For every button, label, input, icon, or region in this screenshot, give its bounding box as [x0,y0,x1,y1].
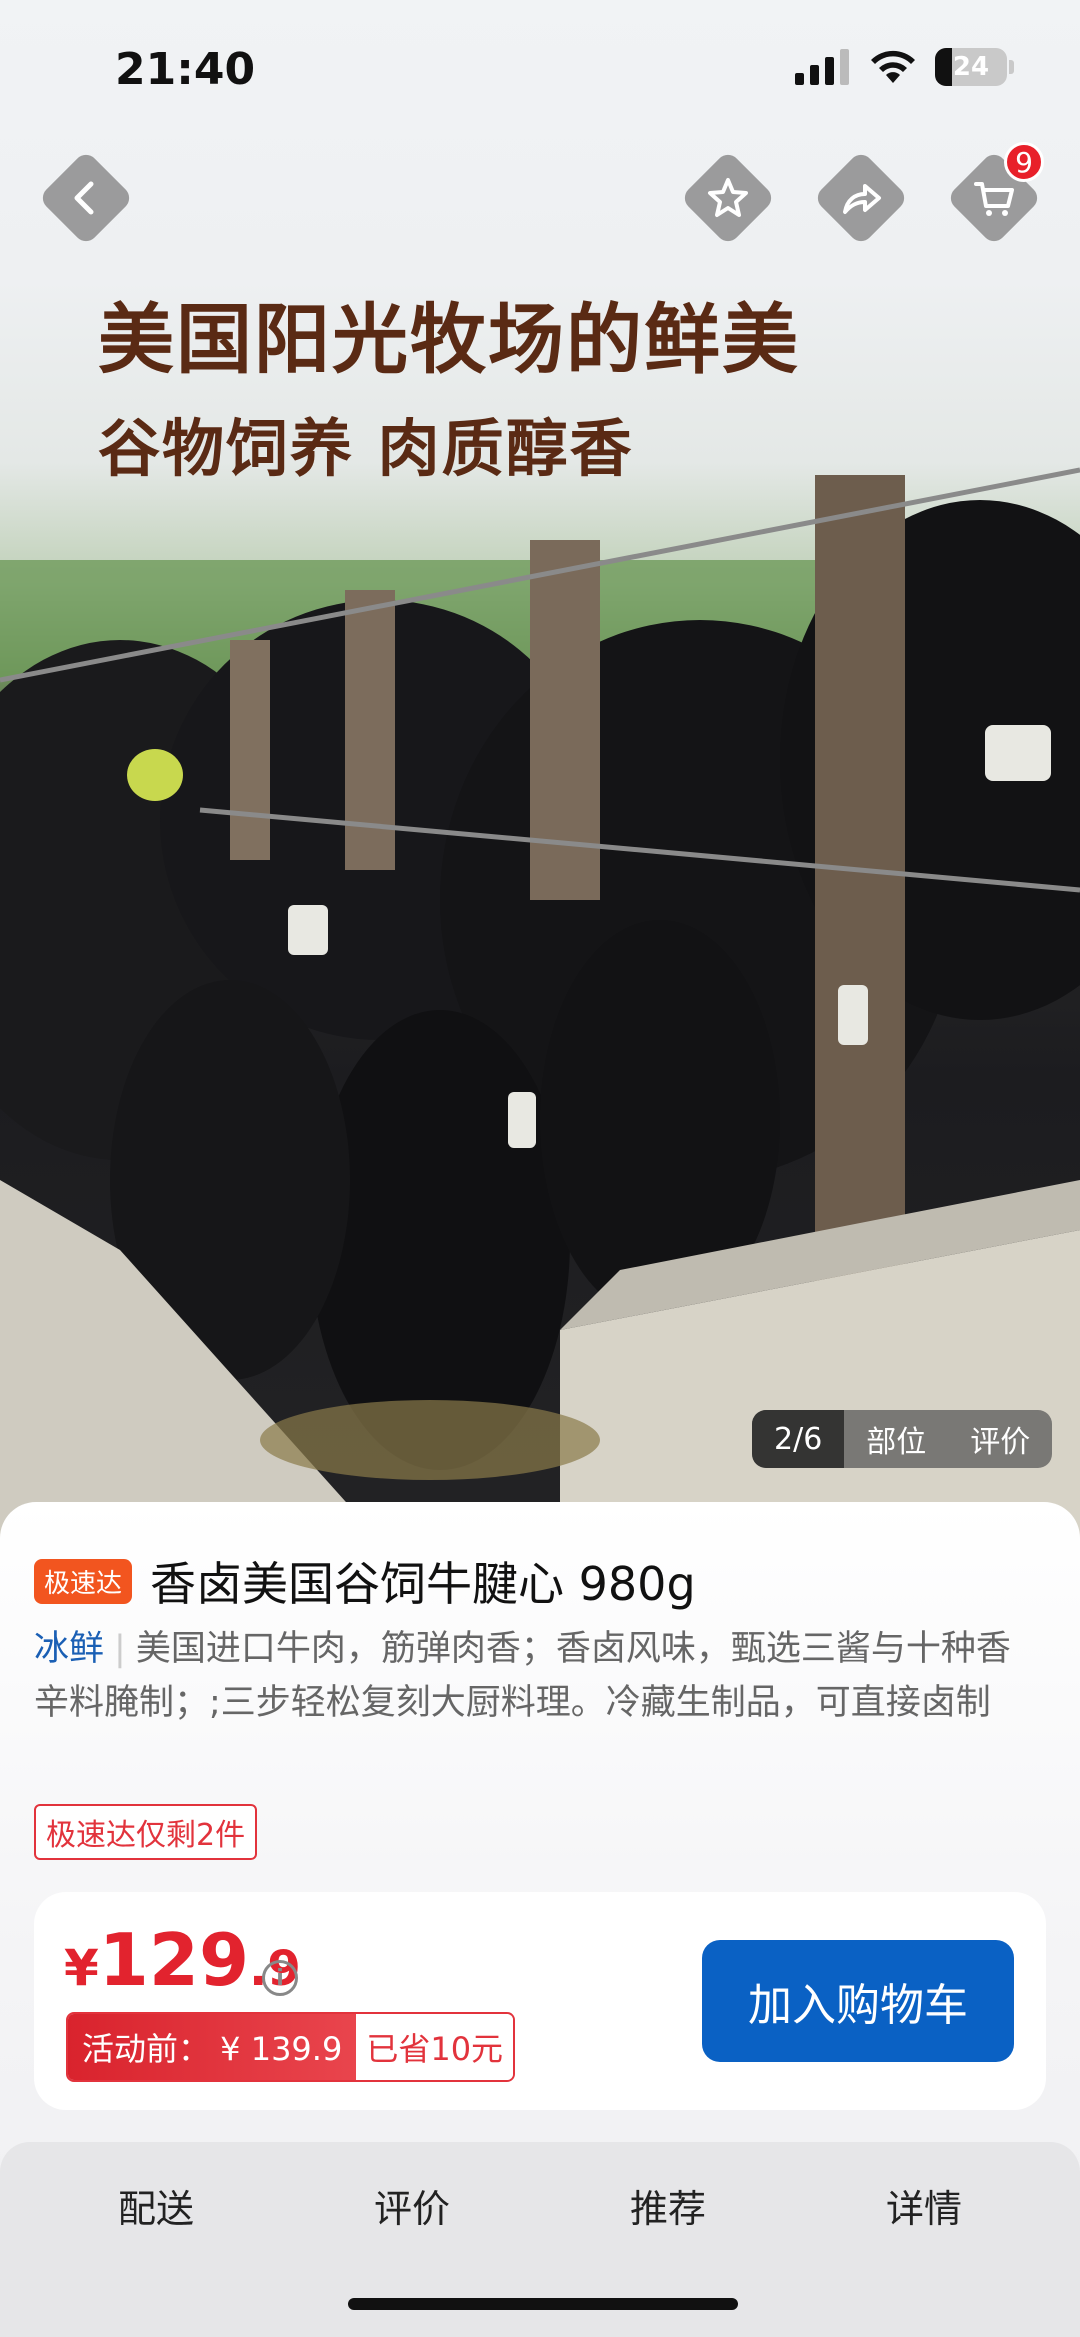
title-row: 极速达 香卤美国谷饲牛腱心 980g [34,1548,696,1614]
back-button[interactable] [37,149,135,247]
info-icon[interactable]: i [262,1960,298,1996]
hero-subtitle: 谷物饲养 肉质醇香 [98,412,634,485]
price-before-activity: 活动前： ¥ 139.9 [68,2014,357,2080]
cart-count-badge: 9 [1004,142,1044,182]
tab-recommend[interactable]: 推荐 [630,2178,706,2233]
price-card: ¥129.9 i 活动前： ¥ 139.9 已省10元 加入购物车 [34,1892,1046,2110]
battery-icon: 24 [935,48,1007,86]
promo-banner: 活动前： ¥ 139.9 已省10元 [66,2012,516,2082]
add-to-cart-button[interactable]: 加入购物车 [702,1940,1014,2062]
status-icons: 24 [795,48,1014,86]
image-index: 2/6 [752,1410,845,1468]
home-indicator [348,2298,738,2310]
description-text: 美国进口牛肉，筋弹肉香；香卤风味，甄选三酱与十种香辛料腌制；;三步轻松复刻大厨料… [34,1629,1011,1723]
product-description: 冰鲜 | 美国进口牛肉，筋弹肉香；香卤风味，甄选三酱与十种香辛料腌制；;三步轻松复刻… [34,1622,1044,1730]
image-tab-part[interactable]: 部位 [844,1410,948,1468]
separator: | [114,1629,126,1669]
wifi-icon [871,50,915,83]
favorite-button[interactable] [679,149,777,247]
battery-level: 24 [952,52,990,82]
product-title: 香卤美国谷饲牛腱心 980g [150,1557,696,1611]
tab-details[interactable]: 详情 [886,2178,962,2233]
tab-delivery[interactable]: 配送 [118,2178,194,2233]
cart-icon [974,182,1014,216]
stock-tag: 极速达仅剩2件 [34,1804,258,1860]
cattle-photo [0,467,1080,1540]
signal-icon [795,49,849,85]
cart-nav-button[interactable]: 9 [945,142,1044,247]
fast-delivery-tag: 极速达 [34,1558,133,1604]
status-time: 21:40 [115,44,256,95]
image-tab-review[interactable]: 评价 [948,1410,1052,1468]
hero-title: 美国阳光牧场的鲜美 [98,295,800,384]
share-button[interactable] [812,149,910,247]
price-integer: 129 [98,1918,250,2002]
image-tabs: 2/6 部位 评价 [752,1410,1053,1468]
fresh-label: 冰鲜 [34,1629,105,1669]
share-icon [843,184,881,214]
back-icon [74,181,94,215]
star-icon [708,178,748,217]
saved-amount: 已省10元 [356,2014,514,2080]
tab-reviews[interactable]: 评价 [374,2178,450,2233]
currency-symbol: ¥ [64,1939,99,1997]
product-image-carousel[interactable]: 美国阳光牧场的鲜美 谷物饲养 肉质醇香 2/6 部位 评价 [0,0,1080,1540]
